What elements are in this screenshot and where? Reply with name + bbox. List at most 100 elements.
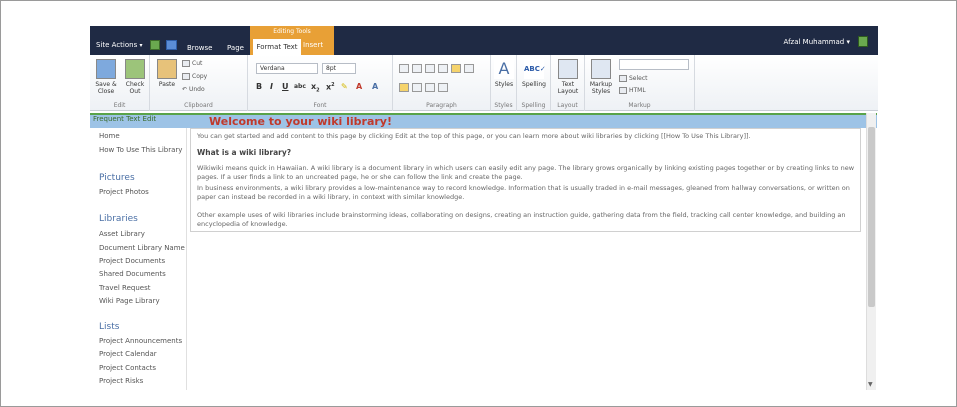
save-close-button[interactable]: Save & Close	[92, 59, 120, 95]
nav-item-project-photos[interactable]: Project Photos	[99, 188, 149, 196]
font-color-icon[interactable]: A	[356, 82, 362, 91]
ribbon-group-label: Font	[313, 102, 327, 109]
paragraph-2: In business environments, a wiki library…	[197, 184, 850, 201]
underline-button[interactable]: U	[282, 82, 289, 91]
undo-button[interactable]: ↶ Undo	[182, 86, 205, 93]
window-frame: Site Actions ▾ Browse Page Editing Tools…	[0, 0, 957, 407]
scissors-icon	[182, 60, 190, 67]
numbering-icon[interactable]	[412, 64, 422, 73]
tab-format-text[interactable]: Format Text	[253, 39, 301, 55]
text-layout-label: Text Layout	[557, 81, 579, 95]
styles-button[interactable]: A Styles	[493, 59, 515, 88]
text-layout-button[interactable]: Text Layout	[554, 59, 582, 95]
ribbon-group-label: Spelling	[521, 102, 546, 109]
ribbon-group-edit: Save & Close Check Out Edit	[90, 55, 150, 111]
check-out-button[interactable]: Check Out	[122, 59, 148, 95]
scroll-thumb[interactable]	[868, 127, 875, 307]
undo-icon: ↶	[182, 86, 189, 93]
nav-item-how-to-use[interactable]: How To Use This Library	[99, 146, 182, 154]
ribbon-group-paragraph: Paragraph	[393, 55, 491, 111]
undo-label: Undo	[188, 86, 205, 93]
font-size-select[interactable]: 8pt	[322, 63, 356, 74]
markup-dropdown[interactable]	[619, 59, 689, 70]
check-out-icon	[125, 59, 145, 79]
font-family-value: Verdana	[260, 65, 285, 72]
chevron-down-icon: ▾	[139, 42, 143, 49]
tab-insert[interactable]: Insert	[303, 41, 323, 49]
ribbon-group-clipboard: Paste Cut Copy ↶ Undo Clipboard	[150, 55, 248, 111]
intro-text: You can get started and add content to t…	[197, 132, 751, 140]
navigate-up-icon[interactable]	[150, 40, 160, 50]
vertical-scrollbar[interactable]: ▼	[866, 113, 876, 390]
ribbon-group-styles: A Styles Styles	[491, 55, 517, 111]
nav-heading-lists[interactable]: Lists	[99, 322, 119, 332]
html-button[interactable]: HTML	[619, 87, 646, 94]
paste-button[interactable]: Paste	[156, 59, 178, 88]
ribbon-group-markup: Markup Styles Select HTML Markup	[585, 55, 695, 111]
nav-item-project-announcements[interactable]: Project Announcements	[99, 337, 182, 345]
bullets-icon[interactable]	[399, 64, 409, 73]
bold-button[interactable]: B	[256, 82, 262, 91]
chevron-down-icon: ▾	[846, 38, 850, 46]
markup-styles-button[interactable]: Markup Styles	[587, 59, 615, 95]
rtl-icon[interactable]	[464, 64, 474, 73]
align-center-icon[interactable]	[412, 83, 422, 92]
subscript-button[interactable]: x2	[311, 82, 320, 94]
section-heading: What is a wiki library?	[197, 148, 292, 157]
copy-button[interactable]: Copy	[182, 73, 207, 80]
superscript-button[interactable]: x2	[326, 82, 335, 92]
nav-item-project-documents[interactable]: Project Documents	[99, 257, 165, 265]
user-menu[interactable]: Afzal Muhammad ▾	[784, 38, 850, 46]
nav-item-asset-library[interactable]: Asset Library	[99, 230, 145, 238]
clear-format-icon[interactable]: A	[372, 82, 378, 91]
nav-item-project-risks[interactable]: Project Risks	[99, 377, 143, 385]
user-icon[interactable]	[858, 36, 868, 47]
justify-icon[interactable]	[438, 83, 448, 92]
paste-label: Paste	[158, 81, 176, 88]
paragraph-1: Wikiwiki means quick in Hawaiian. A wiki…	[197, 164, 855, 181]
save-icon	[96, 59, 116, 79]
ribbon-group-layout: Text Layout Layout	[551, 55, 585, 111]
wiki-content-editor[interactable]: You can get started and add content to t…	[190, 128, 861, 232]
ribbon-group-font: Verdana 8pt B I U abc x2 x2 ✎ A A Font	[248, 55, 393, 111]
select-icon	[619, 75, 627, 82]
nav-item-project-calendar[interactable]: Project Calendar	[99, 350, 157, 358]
styles-icon: A	[494, 59, 514, 79]
top-bar: Site Actions ▾ Browse Page Editing Tools…	[90, 26, 878, 55]
font-family-select[interactable]: Verdana	[256, 63, 318, 74]
ltr-icon[interactable]	[451, 64, 461, 73]
text-layout-icon	[558, 59, 578, 79]
nav-heading-pictures[interactable]: Pictures	[99, 173, 135, 183]
edit-page-icon[interactable]	[166, 40, 177, 50]
spelling-button[interactable]: ABC✓ Spelling	[520, 59, 548, 88]
tab-page[interactable]: Page	[227, 44, 244, 52]
tab-browse[interactable]: Browse	[187, 44, 213, 52]
cut-button[interactable]: Cut	[182, 60, 202, 67]
strikethrough-button[interactable]: abc	[294, 83, 306, 90]
italic-button[interactable]: I	[270, 82, 273, 91]
nav-heading-libraries[interactable]: Libraries	[99, 214, 138, 224]
nav-item-project-contacts[interactable]: Project Contacts	[99, 364, 156, 372]
spelling-label: Spelling	[522, 81, 546, 88]
nav-item-travel-request[interactable]: Travel Request	[99, 284, 150, 292]
nav-item-shared-documents[interactable]: Shared Documents	[99, 270, 166, 278]
paragraph-3: Other example uses of wiki libraries inc…	[197, 211, 846, 228]
breadcrumb[interactable]: Frequent Text Edit	[93, 115, 156, 123]
scroll-down-arrow-icon[interactable]: ▼	[868, 381, 873, 388]
align-right-icon[interactable]	[425, 83, 435, 92]
markup-styles-label: Markup Styles	[589, 81, 613, 95]
align-left-icon[interactable]	[399, 83, 409, 92]
decrease-indent-icon[interactable]	[425, 64, 435, 73]
ribbon-group-spelling: ABC✓ Spelling Spelling	[517, 55, 551, 111]
increase-indent-icon[interactable]	[438, 64, 448, 73]
site-actions-menu[interactable]: Site Actions ▾	[96, 41, 142, 49]
copy-icon	[182, 73, 190, 80]
cut-label: Cut	[192, 60, 203, 67]
nav-item-document-library-name[interactable]: Document Library Name	[99, 244, 185, 252]
select-button[interactable]: Select	[619, 75, 648, 82]
highlight-color-icon[interactable]: ✎	[341, 82, 348, 91]
copy-label: Copy	[192, 73, 208, 80]
nav-item-wiki-page-library[interactable]: Wiki Page Library	[99, 297, 160, 305]
markup-styles-icon	[591, 59, 611, 79]
nav-item-home[interactable]: Home	[99, 132, 120, 140]
